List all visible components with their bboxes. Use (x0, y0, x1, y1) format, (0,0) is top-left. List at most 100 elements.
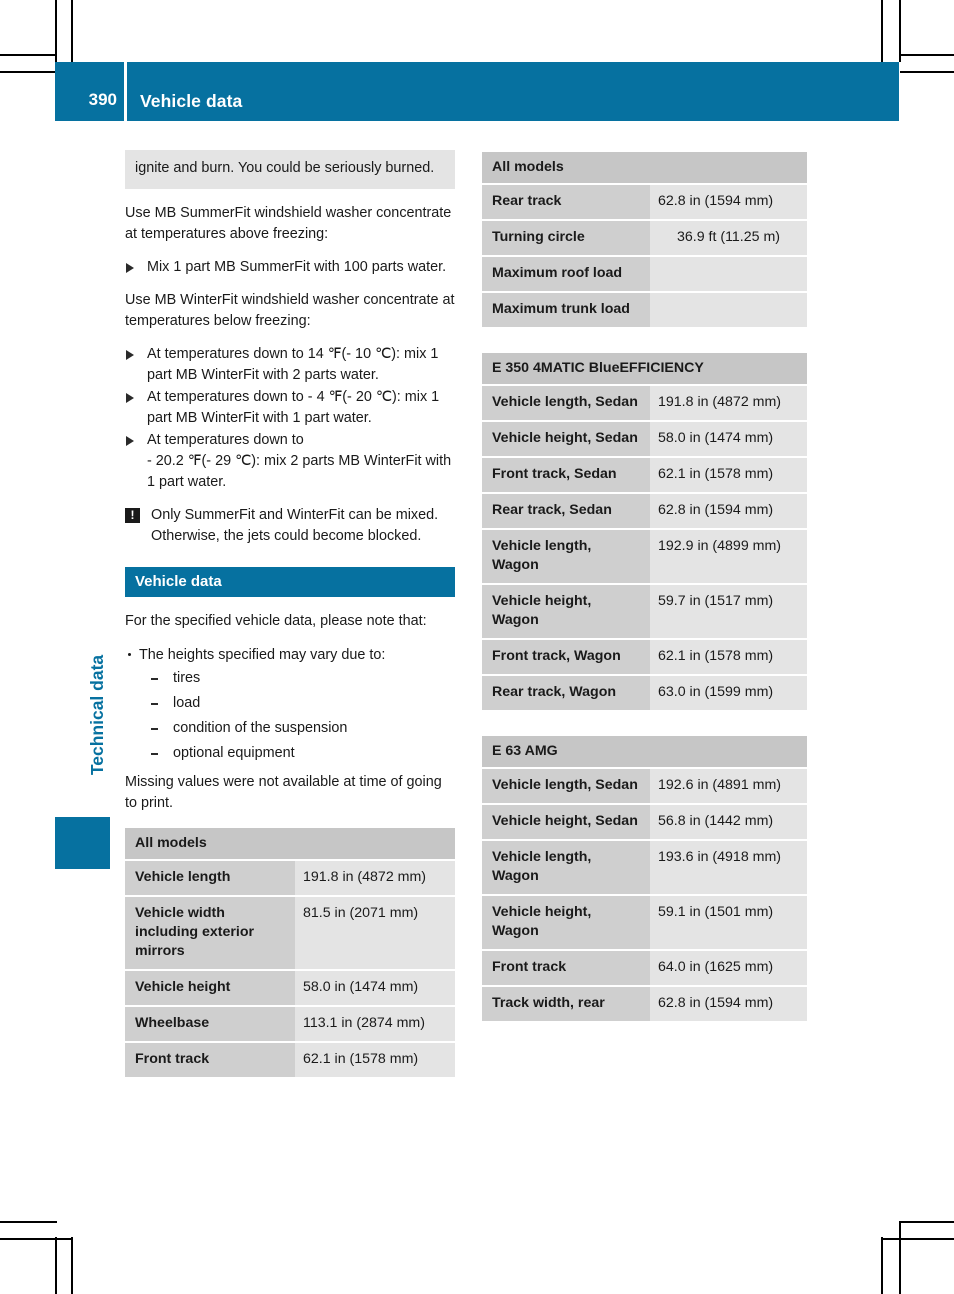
row-label: Vehicle height, Wagon (482, 896, 650, 949)
table-row: Vehicle height, Sedan 56.8 in (1442 mm) (482, 805, 807, 839)
row-value: 36.9 ft (11.25 m) (650, 221, 807, 255)
table-row: Vehicle length, Wagon 193.6 in (4918 mm) (482, 841, 807, 894)
row-value: 113.1 in (2874 mm) (295, 1007, 455, 1041)
table-row: Front track, Wagon 62.1 in (1578 mm) (482, 640, 807, 674)
table-caption: All models (125, 828, 455, 859)
sub-item-text: optional equipment (173, 745, 295, 761)
row-label: Vehicle height, Sedan (482, 805, 650, 839)
table-e350-4matic-blueefficiency: E 350 4MATIC BlueEFFICIENCY Vehicle leng… (482, 351, 807, 712)
row-label: Vehicle height, Sedan (482, 422, 650, 456)
row-label: Front track, Wagon (482, 640, 650, 674)
row-label: Vehicle length (125, 861, 295, 895)
table-row: Rear track 62.8 in (1594 mm) (482, 185, 807, 219)
table-row: Vehicle length, Sedan 192.6 in (4891 mm) (482, 769, 807, 803)
row-value: 62.8 in (1594 mm) (650, 987, 807, 1021)
crop-mark-bottom-right-horizontal-outer (900, 1221, 954, 1223)
row-value: 62.8 in (1594 mm) (650, 494, 807, 528)
table-row: Rear track, Wagon 63.0 in (1599 mm) (482, 676, 807, 710)
row-label: Wheelbase (125, 1007, 295, 1041)
row-value: 56.8 in (1442 mm) (650, 805, 807, 839)
row-value: 59.1 in (1501 mm) (650, 896, 807, 949)
row-label: Maximum roof load (482, 257, 650, 291)
row-label: Vehicle length, Wagon (482, 841, 650, 894)
triangle-bullet-icon (126, 436, 134, 446)
row-label: Front track, Sedan (482, 458, 650, 492)
table-row: Vehicle height 58.0 in (1474 mm) (125, 971, 455, 1005)
table-caption-row: All models (125, 828, 455, 859)
list-item: optional equipment (149, 741, 455, 766)
crop-mark-bottom-left-vertical-outer (55, 1237, 57, 1294)
table-caption-row: E 350 4MATIC BlueEFFICIENCY (482, 353, 807, 384)
table-row: Vehicle length, Wagon 192.9 in (4899 mm) (482, 530, 807, 583)
chapter-tab-marker (55, 817, 110, 869)
header-divider (124, 62, 127, 121)
row-label: Maximum trunk load (482, 293, 650, 327)
table-e63-amg: E 63 AMG Vehicle length, Sedan 192.6 in … (482, 734, 807, 1023)
table-caption: All models (482, 152, 807, 183)
sub-item-text: tires (173, 670, 201, 686)
crop-mark-top-left-horizontal-inner (0, 71, 57, 73)
list-item: At temperatures down to 14 ℉(- 10 ℃): mi… (125, 344, 455, 386)
table-row: Vehicle length, Sedan 191.8 in (4872 mm) (482, 386, 807, 420)
row-label: Rear track (482, 185, 650, 219)
list-item: The heights specified may vary due to: t… (125, 644, 455, 766)
page-number: 390 (88, 90, 117, 109)
row-value: 63.0 in (1599 mm) (650, 676, 807, 710)
row-label: Track width, rear (482, 987, 650, 1021)
crop-mark-bottom-left-horizontal-inner (0, 1238, 73, 1240)
list-item: Mix 1 part MB SummerFit with 100 parts w… (125, 257, 455, 278)
list-item: tires (149, 666, 455, 691)
page-title: Vehicle data (140, 91, 243, 111)
dash-bullet-icon (151, 703, 158, 705)
dash-bullet-icon (151, 678, 158, 680)
list-item: At temperatures down to - 20.2 ℉(- 29 ℃)… (125, 430, 455, 493)
bullet-text: The heights specified may vary due to: (139, 647, 386, 663)
section-heading-vehicle-data: Vehicle data (125, 567, 455, 597)
crop-mark-top-right-horizontal-outer (900, 71, 954, 73)
table-row: Turning circle 36.9 ft (11.25 m) (482, 221, 807, 255)
row-value: 193.6 in (4918 mm) (650, 841, 807, 894)
crop-mark-bottom-right-horizontal-inner (882, 1238, 954, 1240)
table-caption-row: All models (482, 152, 807, 183)
row-value: 59.7 in (1517 mm) (650, 585, 807, 638)
row-value: 192.9 in (4899 mm) (650, 530, 807, 583)
heights-bullet-list: The heights specified may vary due to: t… (125, 644, 455, 766)
crop-mark-top-left-vertical-inner (71, 0, 73, 62)
row-value: 62.8 in (1594 mm) (650, 185, 807, 219)
list-item: condition of the suspension (149, 716, 455, 741)
note-block: ! Only SummerFit and WinterFit can be mi… (125, 505, 455, 547)
row-value: 64.0 in (1625 mm) (650, 951, 807, 985)
summerfit-step-list: Mix 1 part MB SummerFit with 100 parts w… (125, 257, 455, 278)
row-value: 81.5 in (2071 mm) (295, 897, 455, 969)
table-row: Front track, Sedan 62.1 in (1578 mm) (482, 458, 807, 492)
sub-item-text: condition of the suspension (173, 720, 348, 736)
row-value: 62.1 in (1578 mm) (650, 458, 807, 492)
missing-values-footnote: Missing values were not available at tim… (125, 774, 442, 811)
summerfit-intro-paragraph: Use MB SummerFit windshield washer conce… (125, 205, 452, 242)
crop-mark-top-right-vertical-inner (881, 0, 883, 62)
dash-bullet-icon (151, 728, 158, 730)
row-label: Rear track, Sedan (482, 494, 650, 528)
sub-item-text: load (173, 695, 201, 711)
warning-exclamation-icon: ! (125, 508, 140, 523)
row-value (650, 257, 807, 291)
winterfit-intro-paragraph: Use MB WinterFit windshield washer conce… (125, 292, 455, 329)
note-text: Only SummerFit and WinterFit can be mixe… (151, 507, 439, 544)
table-caption: E 63 AMG (482, 736, 807, 767)
crop-mark-top-left-horizontal-outer (0, 54, 57, 56)
row-value: 62.1 in (1578 mm) (650, 640, 807, 674)
crop-mark-bottom-right-vertical-outer (899, 1221, 901, 1294)
triangle-bullet-icon (126, 263, 134, 273)
right-column: All models Rear track 62.8 in (1594 mm) … (482, 150, 807, 1045)
triangle-bullet-icon (126, 393, 134, 403)
row-label: Turning circle (482, 221, 650, 255)
table-all-models-left: All models Vehicle length 191.8 in (4872… (125, 826, 455, 1079)
warning-continuation-box: ignite and burn. You could be seriously … (125, 150, 455, 189)
list-item: load (149, 691, 455, 716)
heights-sub-list: tires load condition of the suspension o… (139, 666, 455, 766)
row-value: 191.8 in (4872 mm) (295, 861, 455, 895)
dash-bullet-icon (151, 753, 158, 755)
step-text: At temperatures down to 14 ℉(- 10 ℃): mi… (147, 346, 439, 383)
table-caption: E 350 4MATIC BlueEFFICIENCY (482, 353, 807, 384)
table-row: Maximum trunk load (482, 293, 807, 327)
